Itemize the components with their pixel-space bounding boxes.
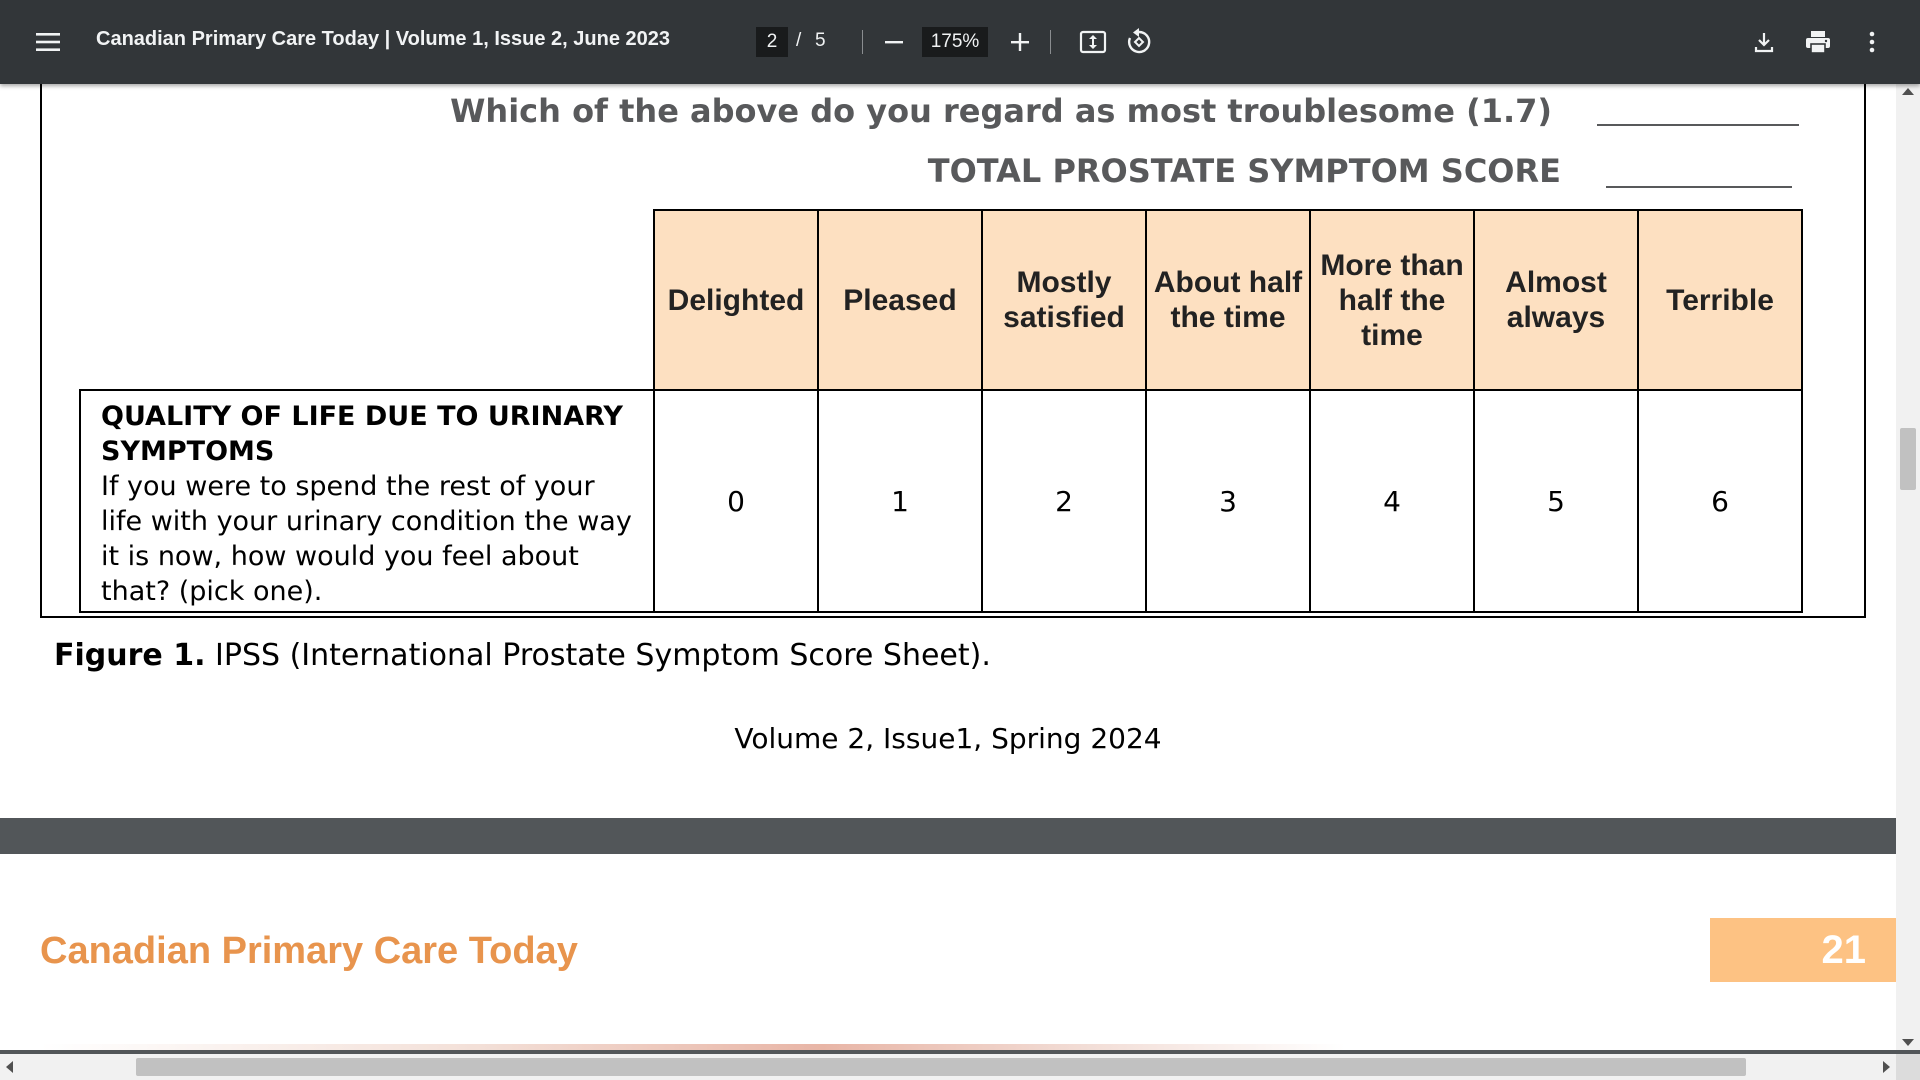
score-cell: 6 xyxy=(1637,389,1803,613)
zoom-out-button[interactable] xyxy=(876,22,912,62)
hamburger-menu-icon[interactable] xyxy=(28,22,68,62)
toolbar-divider xyxy=(1050,30,1051,54)
column-header: About half the time xyxy=(1145,209,1311,391)
scroll-up-arrow-icon[interactable] xyxy=(1902,88,1914,95)
total-score-label: TOTAL PROSTATE SYMPTOM SCORE xyxy=(927,152,1561,190)
fit-to-page-button[interactable] xyxy=(1074,22,1112,62)
fit-to-page-icon xyxy=(1079,30,1107,54)
current-page-input[interactable]: 2 xyxy=(756,27,788,57)
scrollbar-corner xyxy=(1896,1054,1920,1080)
scroll-left-arrow-icon[interactable] xyxy=(6,1061,13,1073)
troublesome-question: Which of the above do you regard as most… xyxy=(450,92,1552,130)
pdf-page: Which of the above do you regard as most… xyxy=(0,84,1896,818)
answer-line xyxy=(1606,186,1792,188)
caption-label: Figure 1. xyxy=(54,638,206,673)
question-heading: QUALITY OF LIFE DUE TO URINARY SYMPTOMS xyxy=(101,401,623,467)
question-cell: QUALITY OF LIFE DUE TO URINARY SYMPTOMS … xyxy=(79,389,655,613)
score-cell: 2 xyxy=(981,389,1147,613)
download-icon xyxy=(1754,33,1774,53)
answer-line xyxy=(1597,124,1799,126)
score-cell: 3 xyxy=(1145,389,1311,613)
print-icon xyxy=(1806,31,1830,54)
column-header: Terrible xyxy=(1637,209,1803,391)
pdf-page: Canadian Primary Care Today 21 xyxy=(0,854,1896,1050)
table-blank-cell xyxy=(80,210,654,390)
vertical-scroll-thumb[interactable] xyxy=(1900,428,1916,490)
page-footer: Volume 2, Issue1, Spring 2024 xyxy=(734,722,1162,755)
minus-icon xyxy=(885,41,903,44)
rotate-button[interactable] xyxy=(1120,22,1158,62)
zoom-level-input[interactable]: 175% xyxy=(922,27,988,57)
page-illustration xyxy=(40,1044,1780,1050)
quality-of-life-table: Delighted Pleased Mostly satisfied About… xyxy=(79,209,1803,613)
vertical-scrollbar[interactable] xyxy=(1896,84,1920,1050)
score-cell: 0 xyxy=(653,389,819,613)
table-header-row: Delighted Pleased Mostly satisfied About… xyxy=(80,209,1803,391)
scroll-right-arrow-icon[interactable] xyxy=(1883,1061,1890,1073)
column-header: Delighted xyxy=(653,209,819,391)
scroll-down-arrow-icon[interactable] xyxy=(1902,1039,1914,1046)
score-cell: 1 xyxy=(817,389,983,613)
figure-caption: Figure 1. IPSS (International Prostate S… xyxy=(54,638,991,673)
column-header: Pleased xyxy=(817,209,983,391)
column-header: More than half the time xyxy=(1309,209,1475,391)
page-separator: / xyxy=(796,30,802,51)
question-text: If you were to spend the rest of your li… xyxy=(101,471,632,607)
zoom-in-button[interactable] xyxy=(1002,22,1038,62)
rotate-counterclockwise-icon xyxy=(1128,28,1151,54)
horizontal-scrollbar[interactable] xyxy=(0,1054,1896,1080)
total-pages: 5 xyxy=(815,30,826,51)
column-header: Almost always xyxy=(1473,209,1639,391)
caption-text: IPSS (International Prostate Symptom Sco… xyxy=(215,638,991,673)
journal-name-header: Canadian Primary Care Today xyxy=(40,930,578,972)
page-number-badge: 21 xyxy=(1710,918,1896,982)
column-header: Mostly satisfied xyxy=(981,209,1147,391)
score-cell: 4 xyxy=(1309,389,1475,613)
print-button[interactable] xyxy=(1798,22,1838,62)
horizontal-scroll-thumb[interactable] xyxy=(136,1058,1746,1076)
more-vertical-icon xyxy=(1869,31,1875,53)
pdf-toolbar: Canadian Primary Care Today | Volume 1, … xyxy=(0,0,1920,84)
document-title: Canadian Primary Care Today | Volume 1, … xyxy=(96,28,670,50)
table-row: QUALITY OF LIFE DUE TO URINARY SYMPTOMS … xyxy=(79,389,1803,613)
download-button[interactable] xyxy=(1744,22,1784,62)
score-cell: 5 xyxy=(1473,389,1639,613)
toolbar-divider xyxy=(862,30,863,54)
more-actions-button[interactable] xyxy=(1852,22,1892,62)
plus-icon xyxy=(1011,33,1029,51)
